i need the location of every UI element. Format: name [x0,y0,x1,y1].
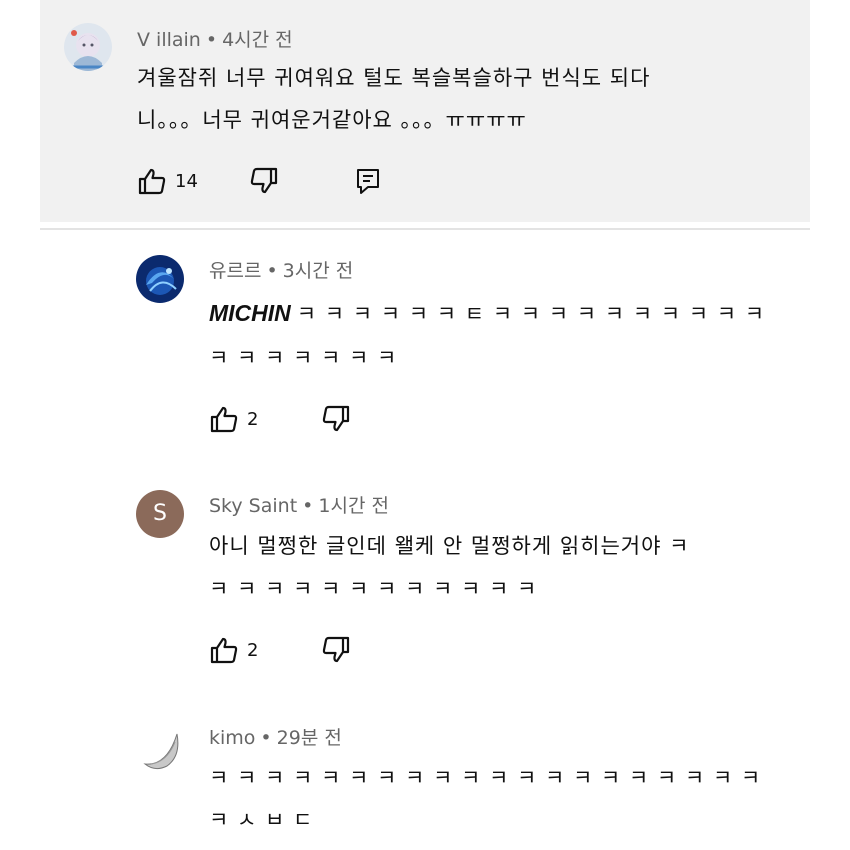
meta-separator: • [260,727,272,749]
anime-character-avatar-icon[interactable] [64,23,112,71]
comment-time: 3시간 전 [282,260,354,282]
thumbs-up-icon [137,166,167,196]
comment-actions: 2 [209,404,369,434]
comment-text-line: 겨울잠쥐 너무 귀여워요 털도 복슬복슬하구 번식도 되다 [137,66,651,90]
bold-word: MICHIN [209,300,291,326]
thumbs-down-icon [249,166,279,196]
meta-separator: • [205,29,218,51]
comment-actions: 14 [137,166,397,196]
comment-meta: Sky Saint • 1시간 전 [209,491,389,518]
comment-text-line: ㅋ ㅋ ㅋ ㅋ ㅋ ㅋ ㅋ [209,346,398,370]
comment-text-tail: ㅋ ㅋ ㅋ ㅋ ㅋ ㅋ ㅌ ㅋ ㅋ ㅋ ㅋ ㅋ ㅋ ㅋ ㅋ ㅋ ㅋ [296,302,766,326]
comment-text-line: ㅋ ㅋ ㅋ ㅋ ㅋ ㅋ ㅋ ㅋ ㅋ ㅋ ㅋ ㅋ ㅋ ㅋ ㅋ ㅋ ㅋ ㅋ ㅋ ㅋ [209,766,762,790]
avatar[interactable]: S [136,490,184,538]
crescent-moon-avatar-icon[interactable] [137,724,185,772]
dislike-button[interactable] [321,404,351,434]
comment-text-line: ㅋ ㅅ ㅂ ㄷ [209,808,314,832]
meta-separator: • [302,495,314,517]
like-count: 2 [247,408,259,430]
comment-time: 1시간 전 [318,495,389,517]
comment-text-line: ㅋ ㅋ ㅋ ㅋ ㅋ ㅋ ㅋ ㅋ ㅋ ㅋ ㅋ ㅋ [209,577,538,601]
thumbs-down-icon [321,404,351,434]
like-count: 2 [247,639,259,661]
author-name[interactable]: Sky Saint [209,495,297,517]
thumbs-up-icon [209,635,239,665]
thumbs-up-icon [209,404,239,434]
author-name[interactable]: kimo [209,727,255,749]
meta-separator: • [266,260,278,282]
like-button[interactable]: 2 [209,635,258,665]
thumbs-down-icon [321,635,351,665]
comment-text-line: 니。。。너무 귀여운거같아요 。。。ㅠㅠㅠㅠ [137,108,527,132]
like-button[interactable]: 2 [209,404,258,434]
dislike-button[interactable] [249,166,279,196]
comment-meta: V illain • 4시간 전 [137,25,293,52]
like-count: 14 [175,170,198,192]
author-name[interactable]: V illain [137,29,201,51]
comment-meta: kimo • 29분 전 [209,723,342,750]
comment-actions: 2 [209,635,369,665]
comment-meta: 유르르 • 3시간 전 [209,256,353,283]
reply-comment-icon [353,166,383,196]
reply-button[interactable] [353,166,383,196]
blue-swirl-avatar-icon[interactable] [136,255,184,303]
comment-text-line: MICHIN ㅋ ㅋ ㅋ ㅋ ㅋ ㅋ ㅌ ㅋ ㅋ ㅋ ㅋ ㅋ ㅋ ㅋ ㅋ ㅋ ㅋ [209,298,765,328]
comment-text-line: 아니 멀쩡한 글인데 왤케 안 멀쩡하게 읽히는거야 ㅋ [209,534,690,558]
comment-time: 29분 전 [276,727,342,749]
comment-divider [40,228,810,230]
author-name[interactable]: 유르르 [209,260,261,282]
like-button[interactable]: 14 [137,166,198,196]
dislike-button[interactable] [321,635,351,665]
comment-time: 4시간 전 [222,29,293,51]
